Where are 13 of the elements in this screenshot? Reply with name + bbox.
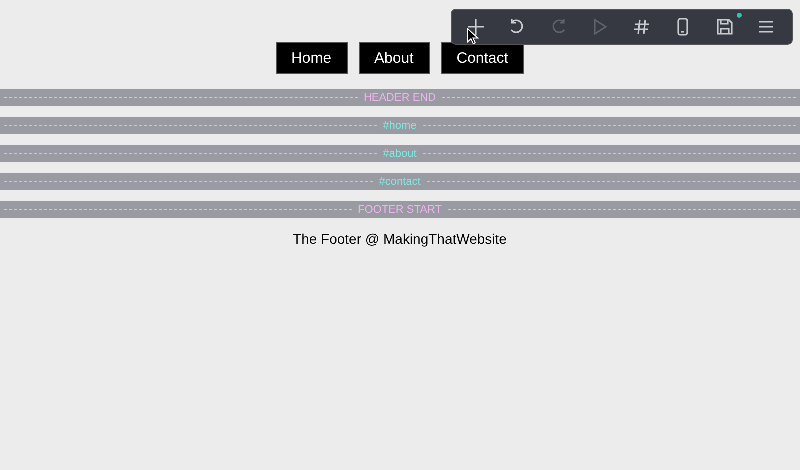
divider-label: #contact [379, 176, 421, 188]
divider-label: #home [383, 120, 417, 132]
nav-link[interactable]: Home [276, 42, 348, 74]
add-icon [466, 17, 486, 37]
hash-icon [632, 17, 652, 37]
cursor-icon [467, 28, 479, 45]
save-icon [714, 17, 735, 37]
divider-label: FOOTER START [358, 204, 442, 216]
divider-label: HEADER END [364, 92, 436, 104]
nav-link[interactable]: About [358, 42, 430, 74]
nav-link[interactable]: Contact [440, 42, 524, 74]
divider-label: #about [383, 148, 417, 160]
footer-text: The Footer @ MakingThatWebsite [292, 231, 508, 247]
